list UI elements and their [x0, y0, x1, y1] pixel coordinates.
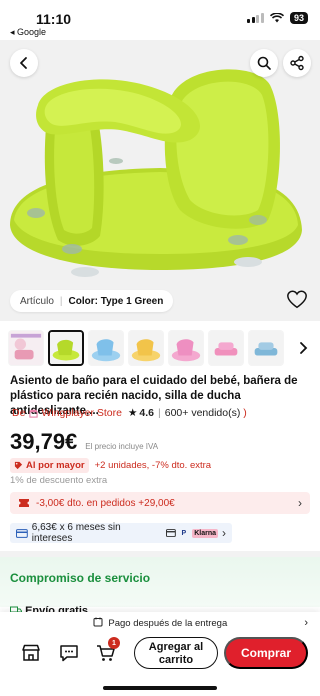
coupon-text: -3,00€ dto. en pedidos +29,00€ — [36, 497, 175, 509]
chevron-right-icon[interactable] — [296, 340, 310, 356]
thumbnail-1[interactable] — [8, 330, 44, 366]
store-icon — [29, 409, 39, 418]
status-bar: 11:10 ◂ Google 93 — [0, 0, 320, 40]
thumbnail-5[interactable] — [168, 330, 204, 366]
variant-separator: | — [59, 295, 63, 307]
chat-icon[interactable] — [58, 642, 80, 664]
service-heading: Compromiso de servicio — [10, 571, 151, 585]
wifi-icon — [269, 13, 284, 23]
back-arrow-icon — [20, 57, 27, 69]
store-name[interactable]: Wingplayer Store — [41, 407, 122, 419]
chevron-right-icon: › — [222, 526, 226, 540]
separator: | — [158, 407, 161, 419]
wholesale-row[interactable]: Al por mayor +2 unidades, -7% dto. extra — [10, 458, 211, 473]
thumbnail-4[interactable] — [128, 330, 164, 366]
store-prefix: De — [12, 407, 26, 419]
add-to-cart-button[interactable]: Agregar al carrito — [134, 637, 218, 669]
back-to-app-link[interactable]: ◂ Google — [10, 27, 46, 38]
variant-label: Artículo — [20, 295, 54, 307]
variant-color: Color: Type 1 Green — [68, 295, 164, 307]
thumbnail-2-selected[interactable] — [48, 330, 84, 366]
bottom-action-bar: Pago después de la entrega › 1 Agregar a… — [0, 612, 320, 696]
store-line[interactable]: De Wingplayer Store ★ 4.6 | 600+ vendido… — [12, 407, 247, 419]
price-note: El precio incluye IVA — [85, 442, 159, 451]
variant-bar: Artículo | Color: Type 1 Green — [0, 285, 320, 321]
thumbnail-7[interactable] — [248, 330, 284, 366]
chevron-right-icon: › — [298, 496, 302, 510]
extra-discount: 1% de descuento extra — [10, 475, 108, 486]
cart-count-badge: 1 — [108, 637, 120, 649]
thumbnail-3[interactable] — [88, 330, 124, 366]
coupon-banner[interactable]: -3,00€ dto. en pedidos +29,00€ › — [10, 492, 310, 514]
price-row: 39,79€ El precio incluye IVA — [10, 429, 158, 455]
share-icon — [290, 55, 304, 71]
pay-later-icon — [93, 617, 103, 627]
signal-icon — [247, 13, 264, 23]
search-button[interactable] — [250, 49, 278, 77]
tag-icon — [14, 461, 23, 470]
close-paren: ) — [240, 407, 247, 419]
variant-chip[interactable]: Artículo | Color: Type 1 Green — [10, 290, 174, 312]
price: 39,79€ — [10, 429, 78, 454]
battery-indicator: 93 — [289, 12, 308, 24]
store-icon[interactable] — [20, 642, 42, 664]
coupon-icon — [19, 499, 29, 507]
wholesale-badge-label: Al por mayor — [26, 460, 85, 471]
baby-bath-seat-image — [0, 40, 320, 285]
star-icon: ★ — [127, 407, 138, 419]
pay-later-text: Pago después de la entrega — [108, 618, 228, 629]
installments-text: 6,63€ x 6 meses sin intereses — [31, 522, 121, 544]
service-commitment-section: Compromiso de servicio Envío gratis — [0, 557, 320, 617]
card-icon — [16, 528, 28, 538]
search-icon — [257, 56, 271, 70]
chevron-right-icon: › — [304, 617, 308, 629]
sold-count: 600+ vendido(s) — [164, 407, 241, 419]
home-indicator — [103, 686, 217, 690]
wholesale-promo: +2 unidades, -7% dto. extra — [94, 460, 212, 471]
back-button[interactable] — [10, 49, 38, 77]
product-image[interactable] — [0, 40, 320, 285]
paypal-icon: P — [181, 529, 187, 537]
pay-later-row[interactable]: Pago después de la entrega › — [0, 617, 320, 629]
klarna-icon: Klarna — [192, 528, 218, 538]
buy-button[interactable]: Comprar — [224, 637, 308, 669]
credit-card-icon — [165, 529, 176, 537]
installments-row[interactable]: 6,63€ x 6 meses sin intereses P Klarna › — [10, 522, 232, 544]
share-button[interactable] — [283, 49, 311, 77]
wholesale-badge: Al por mayor — [10, 458, 89, 473]
thumbnail-6[interactable] — [208, 330, 244, 366]
status-icons: 93 — [247, 12, 308, 24]
variant-thumbnails — [8, 330, 284, 366]
heart-icon[interactable] — [286, 289, 308, 311]
status-time: 11:10 — [36, 11, 72, 27]
rating-value: 4.6 — [139, 407, 155, 419]
